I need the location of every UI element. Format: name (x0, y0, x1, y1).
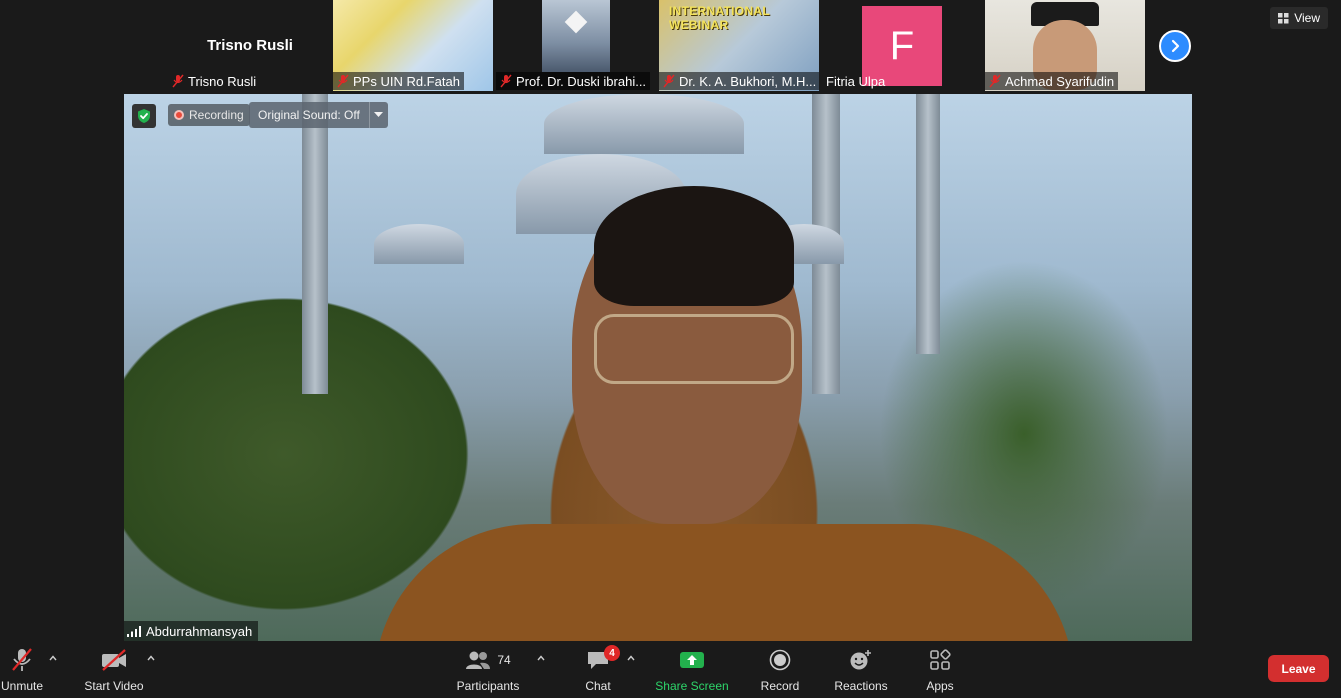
mic-muted-icon (12, 648, 32, 671)
chat-button[interactable]: 4 Chat (582, 645, 620, 693)
record-label: Record (760, 679, 800, 693)
start-video-label: Start Video (84, 679, 144, 693)
mic-muted-icon (989, 74, 1001, 88)
mic-muted-icon (500, 74, 512, 88)
unmute-button[interactable]: Unmute (0, 645, 44, 693)
participant-name: PPs UIN Rd.Fatah (353, 73, 460, 89)
apps-button[interactable]: Apps (924, 645, 956, 693)
participants-options-caret[interactable] (536, 653, 546, 663)
chevron-right-icon (1171, 39, 1180, 53)
chevron-up-icon (147, 655, 155, 661)
original-sound-control: Original Sound: Off (249, 102, 388, 128)
view-label: View (1294, 11, 1320, 25)
video-off-icon (102, 649, 126, 671)
reactions-button[interactable]: Reactions (832, 645, 890, 693)
chevron-up-icon (49, 655, 57, 661)
apps-icon (930, 649, 951, 670)
participant-count: 74 (497, 653, 511, 667)
webinar-banner-text: INTERNATIONAL WEBINAR (669, 4, 770, 32)
mic-muted-icon (172, 74, 184, 88)
chevron-up-icon (627, 655, 635, 661)
participants-label: Participants (456, 679, 520, 693)
original-sound-button[interactable]: Original Sound: Off (249, 102, 369, 128)
participants-button[interactable]: 74 Participants (453, 645, 523, 693)
reactions-label: Reactions (834, 679, 888, 693)
participant-name: Achmad Syarifudin (1005, 73, 1115, 89)
share-screen-label: Share Screen (655, 679, 729, 693)
view-button[interactable]: View (1270, 7, 1328, 29)
participant-name: Fitria Ulpa (826, 73, 886, 89)
participant-tile-achmad-syarifudin[interactable]: Achmad Syarifudin (985, 0, 1145, 91)
chat-unread-badge: 4 (604, 645, 620, 661)
original-sound-dropdown[interactable] (368, 102, 388, 128)
audio-options-caret[interactable] (48, 653, 58, 663)
participant-name: Dr. K. A. Bukhori, M.H... (679, 73, 817, 89)
participant-name-row: Achmad Syarifudin (985, 72, 1119, 90)
caret-down-icon (374, 112, 384, 117)
speaker-name-tag: Abdurrahmansyah (124, 621, 259, 641)
participant-tile-dr-bukhori[interactable]: INTERNATIONAL WEBINAR Dr. K. A. Bukhori,… (659, 0, 819, 91)
participant-name-row: Prof. Dr. Duski ibrahi... (496, 72, 651, 90)
participant-strip: Trisno Rusli Trisno Rusli PPs UIN Rd.Fat… (0, 0, 1341, 94)
participant-name-row: Fitria Ulpa (822, 72, 889, 90)
participant-name: Trisno Rusli (188, 73, 257, 89)
record-button[interactable]: Record (758, 645, 802, 693)
speaker-name: Abdurrahmansyah (146, 623, 253, 639)
record-dot-icon (174, 110, 184, 120)
participant-tile-trisno-rusli[interactable]: Trisno Rusli Trisno Rusli (168, 0, 332, 91)
shield-check-icon (138, 109, 150, 123)
recording-label: Recording (189, 108, 244, 122)
meeting-toolbar: Unmute Start Video 74 Participants 4 Cha… (0, 641, 1341, 698)
grid-view-icon (1278, 12, 1289, 23)
security-button[interactable] (132, 104, 156, 128)
participant-name-row: PPs UIN Rd.Fatah (333, 72, 464, 90)
participant-display-name: Trisno Rusli (207, 37, 293, 54)
record-icon (769, 649, 791, 671)
participant-tile-prof-duski[interactable]: Prof. Dr. Duski ibrahi... (496, 0, 654, 91)
recording-indicator[interactable]: Recording (168, 104, 250, 126)
video-options-caret[interactable] (146, 653, 156, 663)
participant-tile-pps-uin[interactable]: PPs UIN Rd.Fatah (333, 0, 493, 91)
chevron-up-icon (537, 655, 545, 661)
share-screen-icon (680, 652, 704, 668)
share-screen-button[interactable]: Share Screen (654, 645, 730, 693)
signal-strength-icon (127, 625, 141, 637)
active-speaker-video: Recording Original Sound: Off Abdurrahma… (124, 94, 1192, 641)
chat-label: Chat (585, 679, 611, 693)
participant-name-row: Trisno Rusli (168, 72, 260, 90)
participant-video (542, 0, 610, 72)
apps-label: Apps (926, 679, 954, 693)
next-page-button[interactable] (1159, 30, 1191, 62)
participant-tile-fitria-ulpa[interactable]: F Fitria Ulpa (822, 0, 982, 91)
participant-name-row: Dr. K. A. Bukhori, M.H... (659, 72, 819, 90)
participant-name: Prof. Dr. Duski ibrahi... (516, 73, 647, 89)
leave-button[interactable]: Leave (1268, 655, 1329, 682)
mic-muted-icon (337, 74, 349, 88)
unmute-label: Unmute (0, 679, 44, 693)
participants-icon (466, 651, 491, 669)
chat-options-caret[interactable] (626, 653, 636, 663)
start-video-button[interactable]: Start Video (80, 645, 148, 693)
emoji-plus-icon (850, 650, 871, 670)
mic-muted-icon (663, 74, 675, 88)
